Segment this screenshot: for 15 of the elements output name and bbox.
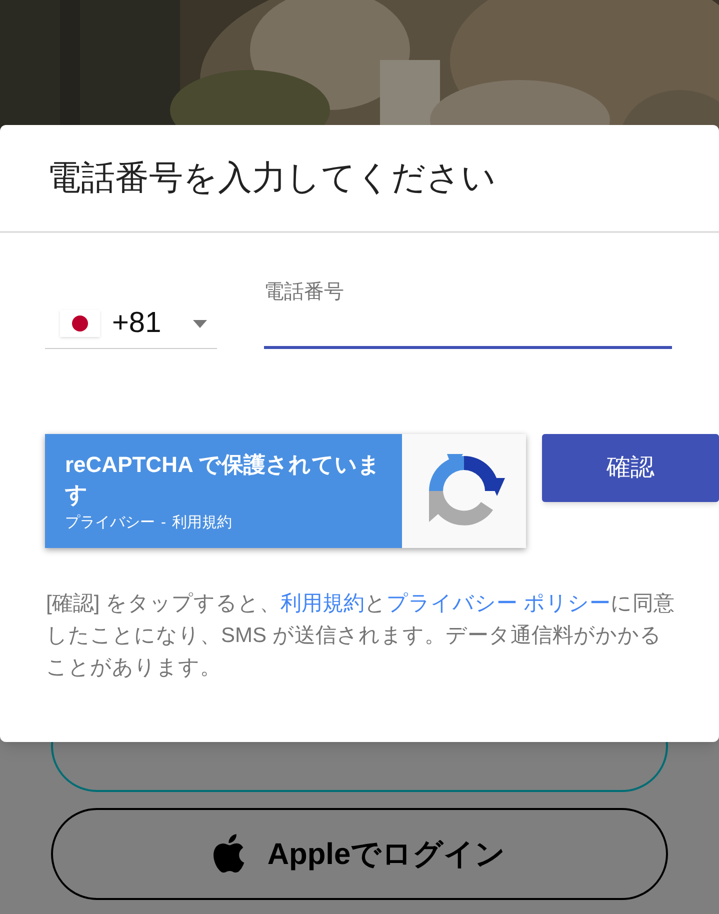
apple-login-button[interactable]: Appleでログイン <box>51 808 668 900</box>
country-code: +81 <box>112 306 162 341</box>
link-separator: - <box>161 513 166 533</box>
japan-flag-icon <box>60 310 100 337</box>
privacy-link[interactable]: プライバシー <box>65 512 155 534</box>
dropdown-caret-icon <box>193 320 207 328</box>
consent-link[interactable]: プライバシー ポリシー <box>386 592 610 615</box>
consent-notice: [確認] をタップすると、利用規約 と プライバシー ポリシーに同意したことになり、SMS が送信されます。データ通信料がかかることがあります。 <box>46 591 676 681</box>
confirm-button[interactable]: 確認 <box>542 434 719 502</box>
dialog-title: 電話番号を入力してください <box>47 158 496 198</box>
terms-link[interactable]: 利用規約 <box>172 512 232 534</box>
recaptcha-title: reCAPTCHA で保護されています <box>65 451 382 509</box>
country-code-selector[interactable]: +81 <box>45 299 217 349</box>
consent-link[interactable]: 利用規約 <box>280 592 365 615</box>
phone-number-field[interactable]: 電話番号 <box>264 277 672 349</box>
